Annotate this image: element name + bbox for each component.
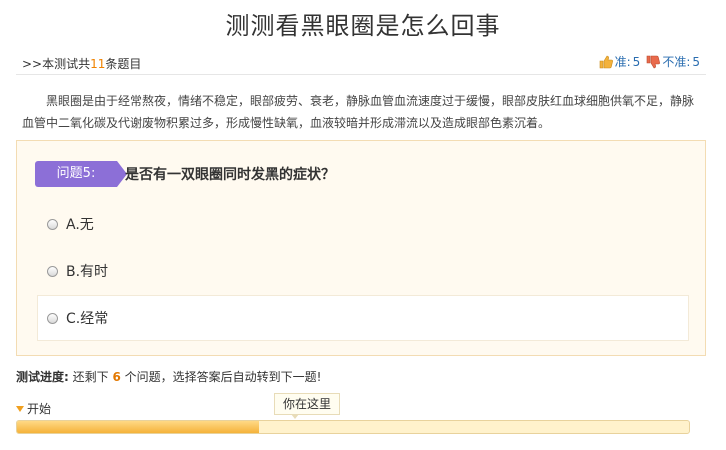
option-c[interactable]: C.经常 bbox=[47, 307, 108, 329]
inaccurate-label: 不准: bbox=[662, 55, 691, 69]
you-are-here-tooltip: 你在这里 bbox=[274, 393, 341, 419]
question-number-badge: 问题5: bbox=[35, 161, 127, 187]
option-label: B.有时 bbox=[66, 264, 109, 280]
question-count: >>本测试共11条题目 bbox=[22, 57, 142, 71]
option-label: C.经常 bbox=[66, 311, 109, 327]
radio-button[interactable] bbox=[47, 265, 58, 277]
question-text: 是否有一双眼圈同时发黑的症状？ bbox=[125, 167, 335, 183]
thumbs-up-icon[interactable] bbox=[599, 55, 613, 69]
progress-bar-fill bbox=[17, 421, 259, 433]
progress-label: 测试进度: bbox=[16, 370, 69, 384]
radio-button[interactable] bbox=[47, 312, 58, 324]
arrow-down-icon bbox=[16, 405, 24, 412]
option-a[interactable]: A.无 bbox=[47, 213, 94, 235]
remaining-count: 6 bbox=[112, 370, 121, 384]
test-info-bar: >>本测试共11条题目 准: 5 不准: 5 bbox=[16, 50, 706, 75]
progress-bar bbox=[16, 420, 690, 434]
progress-start: 开始 bbox=[16, 400, 51, 417]
thumbs-down-icon[interactable] bbox=[646, 55, 661, 69]
question-panel: 问题5: 是否有一双眼圈同时发黑的症状？ A.无 B.有时 C.经常 bbox=[16, 140, 706, 356]
rating-area: 准: 5 不准: 5 bbox=[599, 53, 700, 70]
intro-paragraph: 黑眼圈是由于经常熬夜，情绪不稳定，眼部疲劳、衰老，静脉血管血流速度过于缓慢，眼部… bbox=[22, 94, 695, 130]
progress-status: 测试进度: 还剩下 6 个问题，选择答案后自动转到下一题! bbox=[16, 370, 322, 384]
page-title: 测测看黑眼圈是怎么回事 bbox=[225, 12, 501, 40]
inaccurate-value: 5 bbox=[692, 54, 700, 69]
accurate-label: 准: bbox=[614, 55, 631, 69]
option-hover-highlight bbox=[37, 295, 689, 341]
radio-button[interactable] bbox=[47, 218, 58, 230]
accurate-value: 5 bbox=[632, 54, 641, 69]
option-label: A.无 bbox=[66, 217, 94, 233]
option-b[interactable]: B.有时 bbox=[47, 260, 108, 282]
